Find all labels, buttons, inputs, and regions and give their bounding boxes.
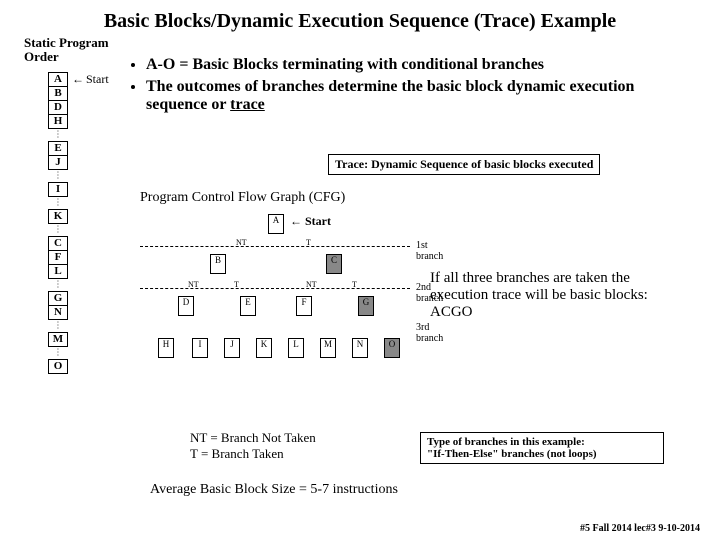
cfg-node-l: L <box>288 338 304 358</box>
cfg-node-h: H <box>158 338 174 358</box>
cfg-node-k: K <box>256 338 272 358</box>
cfg-node-d: D <box>178 296 194 316</box>
block-d: D <box>48 100 68 115</box>
branch-type-box: Type of branches in this example: "If-Th… <box>420 432 664 464</box>
block-c: C <box>48 236 68 251</box>
legend: NT = Branch Not Taken T = Branch Taken <box>190 430 316 461</box>
page-title: Basic Blocks/Dynamic Execution Sequence … <box>16 10 704 33</box>
bullet-list: A-O = Basic Blocks terminating with cond… <box>130 56 686 118</box>
block-e: E <box>48 141 68 156</box>
cfg-node-b: B <box>210 254 226 274</box>
block-b: B <box>48 86 68 101</box>
cfg-node-n: N <box>352 338 368 358</box>
vdots: ··· <box>48 169 68 182</box>
dashed-2 <box>140 288 410 289</box>
trace-definition-box: Trace: Dynamic Sequence of basic blocks … <box>328 154 600 175</box>
cfg-title: Program Control Flow Graph (CFG) <box>140 190 345 206</box>
legend-t: T = Branch Taken <box>190 446 316 462</box>
vdots: ··· <box>48 128 68 141</box>
cfg-node-o: O <box>384 338 400 358</box>
cfg-node-j: J <box>224 338 240 358</box>
vdots: ··· <box>48 223 68 236</box>
avg-block-size: Average Basic Block Size = 5-7 instructi… <box>150 482 398 498</box>
vdots: ··· <box>48 278 68 291</box>
branch-label-1: 1st branch <box>416 240 443 262</box>
legend-nt: NT = Branch Not Taken <box>190 430 316 446</box>
cfg-node-f: F <box>296 296 312 316</box>
cfg-node-m: M <box>320 338 336 358</box>
static-order-label: Static Program Order <box>24 36 109 65</box>
block-f: F <box>48 250 68 265</box>
cfg-node-e: E <box>240 296 256 316</box>
edge-t-2b: T <box>352 280 357 289</box>
edge-nt-2b: NT <box>306 280 317 289</box>
slide-footer: #5 Fall 2014 lec#3 9-10-2014 <box>580 523 700 534</box>
vdots: ··· <box>48 319 68 332</box>
dashed-1 <box>140 246 410 247</box>
bullet-2: The outcomes of branches determine the b… <box>146 78 686 114</box>
static-block-column: ABDH···EJ···I···K···CFL···GN···M···O <box>48 72 68 373</box>
edge-t-1: T <box>306 238 311 247</box>
vdots: ··· <box>48 346 68 359</box>
start-arrow-label: Start <box>72 72 109 87</box>
block-a: A <box>48 72 68 87</box>
cfg-node-a: A <box>268 214 284 234</box>
edge-nt-2a: NT <box>188 280 199 289</box>
vdots: ··· <box>48 196 68 209</box>
cfg-node-c: C <box>326 254 342 274</box>
cfg-node-g: G <box>358 296 374 316</box>
edge-t-2a: T <box>234 280 239 289</box>
cfg-node-i: I <box>192 338 208 358</box>
branch-label-3: 3rd branch <box>416 322 443 344</box>
block-o: O <box>48 359 68 374</box>
trace-example-note: If all three branches are taken the exec… <box>430 270 680 321</box>
edge-nt-1: NT <box>236 238 247 247</box>
block-g: G <box>48 291 68 306</box>
bullet-1: A-O = Basic Blocks terminating with cond… <box>146 56 686 74</box>
cfg-diagram: A 1st branch B C NT T 2nd branch D E F G… <box>140 210 410 410</box>
